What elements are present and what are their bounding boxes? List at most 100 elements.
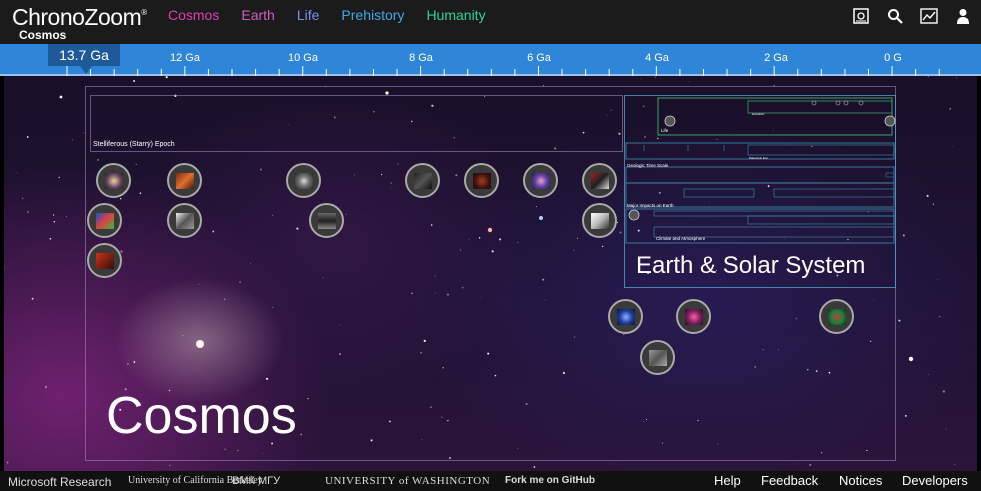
main-nav: Cosmos Earth Life Prehistory Humanity: [168, 7, 508, 23]
exhibit-thumbnail[interactable]: [640, 340, 675, 375]
star: [954, 463, 956, 466]
exhibit-thumbnail[interactable]: [309, 203, 344, 238]
star: [942, 390, 946, 393]
exhibit-thumbnail[interactable]: [96, 163, 131, 198]
earth-label-paleozoic: Paleozoic Era: [749, 156, 768, 160]
bright-star: [908, 356, 914, 362]
ruler-label-2ga: 2 Ga: [764, 52, 788, 64]
earth-label-geologic: Geologic Time Scale: [627, 163, 669, 168]
star: [21, 197, 24, 200]
earth-label-climate: Climate and Atmosphere: [656, 236, 706, 241]
star: [49, 237, 52, 240]
earth-label-evolution: Evolution: [752, 112, 765, 116]
ruler-ticks: [0, 66, 981, 76]
star: [951, 145, 953, 147]
star: [83, 132, 84, 134]
star: [27, 211, 29, 213]
current-time-marker[interactable]: 13.7 Ga: [48, 44, 120, 66]
star: [6, 461, 9, 464]
star: [58, 176, 60, 179]
star: [928, 374, 929, 376]
timeline-canvas[interactable]: Stelliferous (Starry) Epoch Life Evoluti…: [4, 76, 977, 471]
uw-logo[interactable]: UNIVERSITY of WASHINGTON: [325, 475, 490, 487]
ruler-label-12ga: 12 Ga: [170, 52, 200, 64]
star: [16, 172, 18, 174]
nav-humanity[interactable]: Humanity: [426, 7, 485, 23]
star: [949, 107, 952, 110]
exhibit-thumbnail[interactable]: [582, 163, 617, 198]
github-fork-link[interactable]: Fork me on GitHub: [505, 475, 595, 486]
exhibit-thumbnail[interactable]: [87, 203, 122, 238]
exhibit-thumbnail[interactable]: [286, 163, 321, 198]
feedback-link[interactable]: Feedback: [761, 473, 818, 488]
ruler-label-4ga: 4 Ga: [645, 52, 669, 64]
star: [133, 80, 136, 82]
star: [26, 136, 29, 138]
star: [640, 78, 642, 80]
help-link[interactable]: Help: [714, 473, 741, 488]
star: [52, 214, 55, 216]
star: [31, 297, 34, 300]
cosmos-title: Cosmos: [106, 387, 297, 445]
chart-icon[interactable]: [919, 6, 939, 26]
exhibit-thumbnail[interactable]: [523, 163, 558, 198]
star: [169, 464, 171, 466]
microsoft-research-logo[interactable]: Microsoft Research: [8, 475, 111, 489]
star: [4, 267, 5, 270]
chronozoom-logo[interactable]: ChronoZoom®: [12, 4, 147, 31]
exhibit-thumbnail[interactable]: [87, 243, 122, 278]
star: [654, 76, 656, 78]
star: [898, 319, 901, 322]
earth-solar-system-title: Earth & Solar System: [636, 252, 866, 279]
star: [533, 466, 536, 468]
ruler-label-8ga: 8 Ga: [409, 52, 433, 64]
exhibit-thumbnail[interactable]: [608, 299, 643, 334]
vmk-msu-logo[interactable]: ВМК МГУ: [232, 475, 280, 487]
user-icon[interactable]: [953, 6, 973, 26]
toolbar: [851, 6, 973, 26]
ruler-label-0g: 0 G: [884, 52, 902, 64]
ruler-label-10ga: 10 Ga: [288, 52, 318, 64]
exhibit-thumbnail[interactable]: [167, 203, 202, 238]
star: [939, 316, 941, 318]
search-icon[interactable]: [885, 6, 905, 26]
star: [78, 423, 80, 425]
top-bar: ChronoZoom® Cosmos Cosmos Earth Life Pre…: [0, 0, 981, 44]
epoch-label: Stelliferous (Starry) Epoch: [93, 141, 175, 148]
bright-star: [59, 95, 63, 99]
star: [53, 221, 56, 223]
nav-cosmos[interactable]: Cosmos: [168, 7, 219, 23]
earth-label-life: Life: [661, 128, 669, 133]
exhibit-thumbnail[interactable]: [464, 163, 499, 198]
breadcrumb[interactable]: Cosmos: [19, 28, 66, 42]
star: [165, 76, 168, 79]
footer: Microsoft Research University of Califor…: [0, 471, 981, 491]
nav-life[interactable]: Life: [297, 7, 320, 23]
exhibit-thumbnail[interactable]: [819, 299, 854, 334]
star: [72, 139, 73, 141]
star: [904, 414, 907, 417]
star: [932, 203, 935, 205]
star: [956, 77, 957, 79]
exhibit-thumbnail[interactable]: [167, 163, 202, 198]
exhibit-thumbnail[interactable]: [676, 299, 711, 334]
earth-label-impacts: Major Impacts on Earth: [627, 203, 674, 208]
star: [689, 81, 690, 83]
star: [927, 76, 929, 78]
star: [44, 385, 48, 389]
developers-link[interactable]: Developers: [902, 473, 968, 488]
exhibit-thumbnail[interactable]: [582, 203, 617, 238]
star: [65, 215, 67, 218]
nav-earth[interactable]: Earth: [241, 7, 274, 23]
star: [809, 463, 812, 466]
notices-link[interactable]: Notices: [839, 473, 882, 488]
nav-prehistory[interactable]: Prehistory: [341, 7, 404, 23]
ruler-label-6ga: 6 Ga: [527, 52, 551, 64]
star: [945, 428, 947, 430]
current-time-pointer: [80, 66, 92, 74]
timeline-ruler[interactable]: 12 Ga 10 Ga 8 Ga 6 Ga 4 Ga 2 Ga 0 G: [0, 44, 981, 76]
star: [937, 278, 938, 280]
star: [902, 234, 905, 237]
tour-icon[interactable]: [851, 6, 871, 26]
exhibit-thumbnail[interactable]: [405, 163, 440, 198]
